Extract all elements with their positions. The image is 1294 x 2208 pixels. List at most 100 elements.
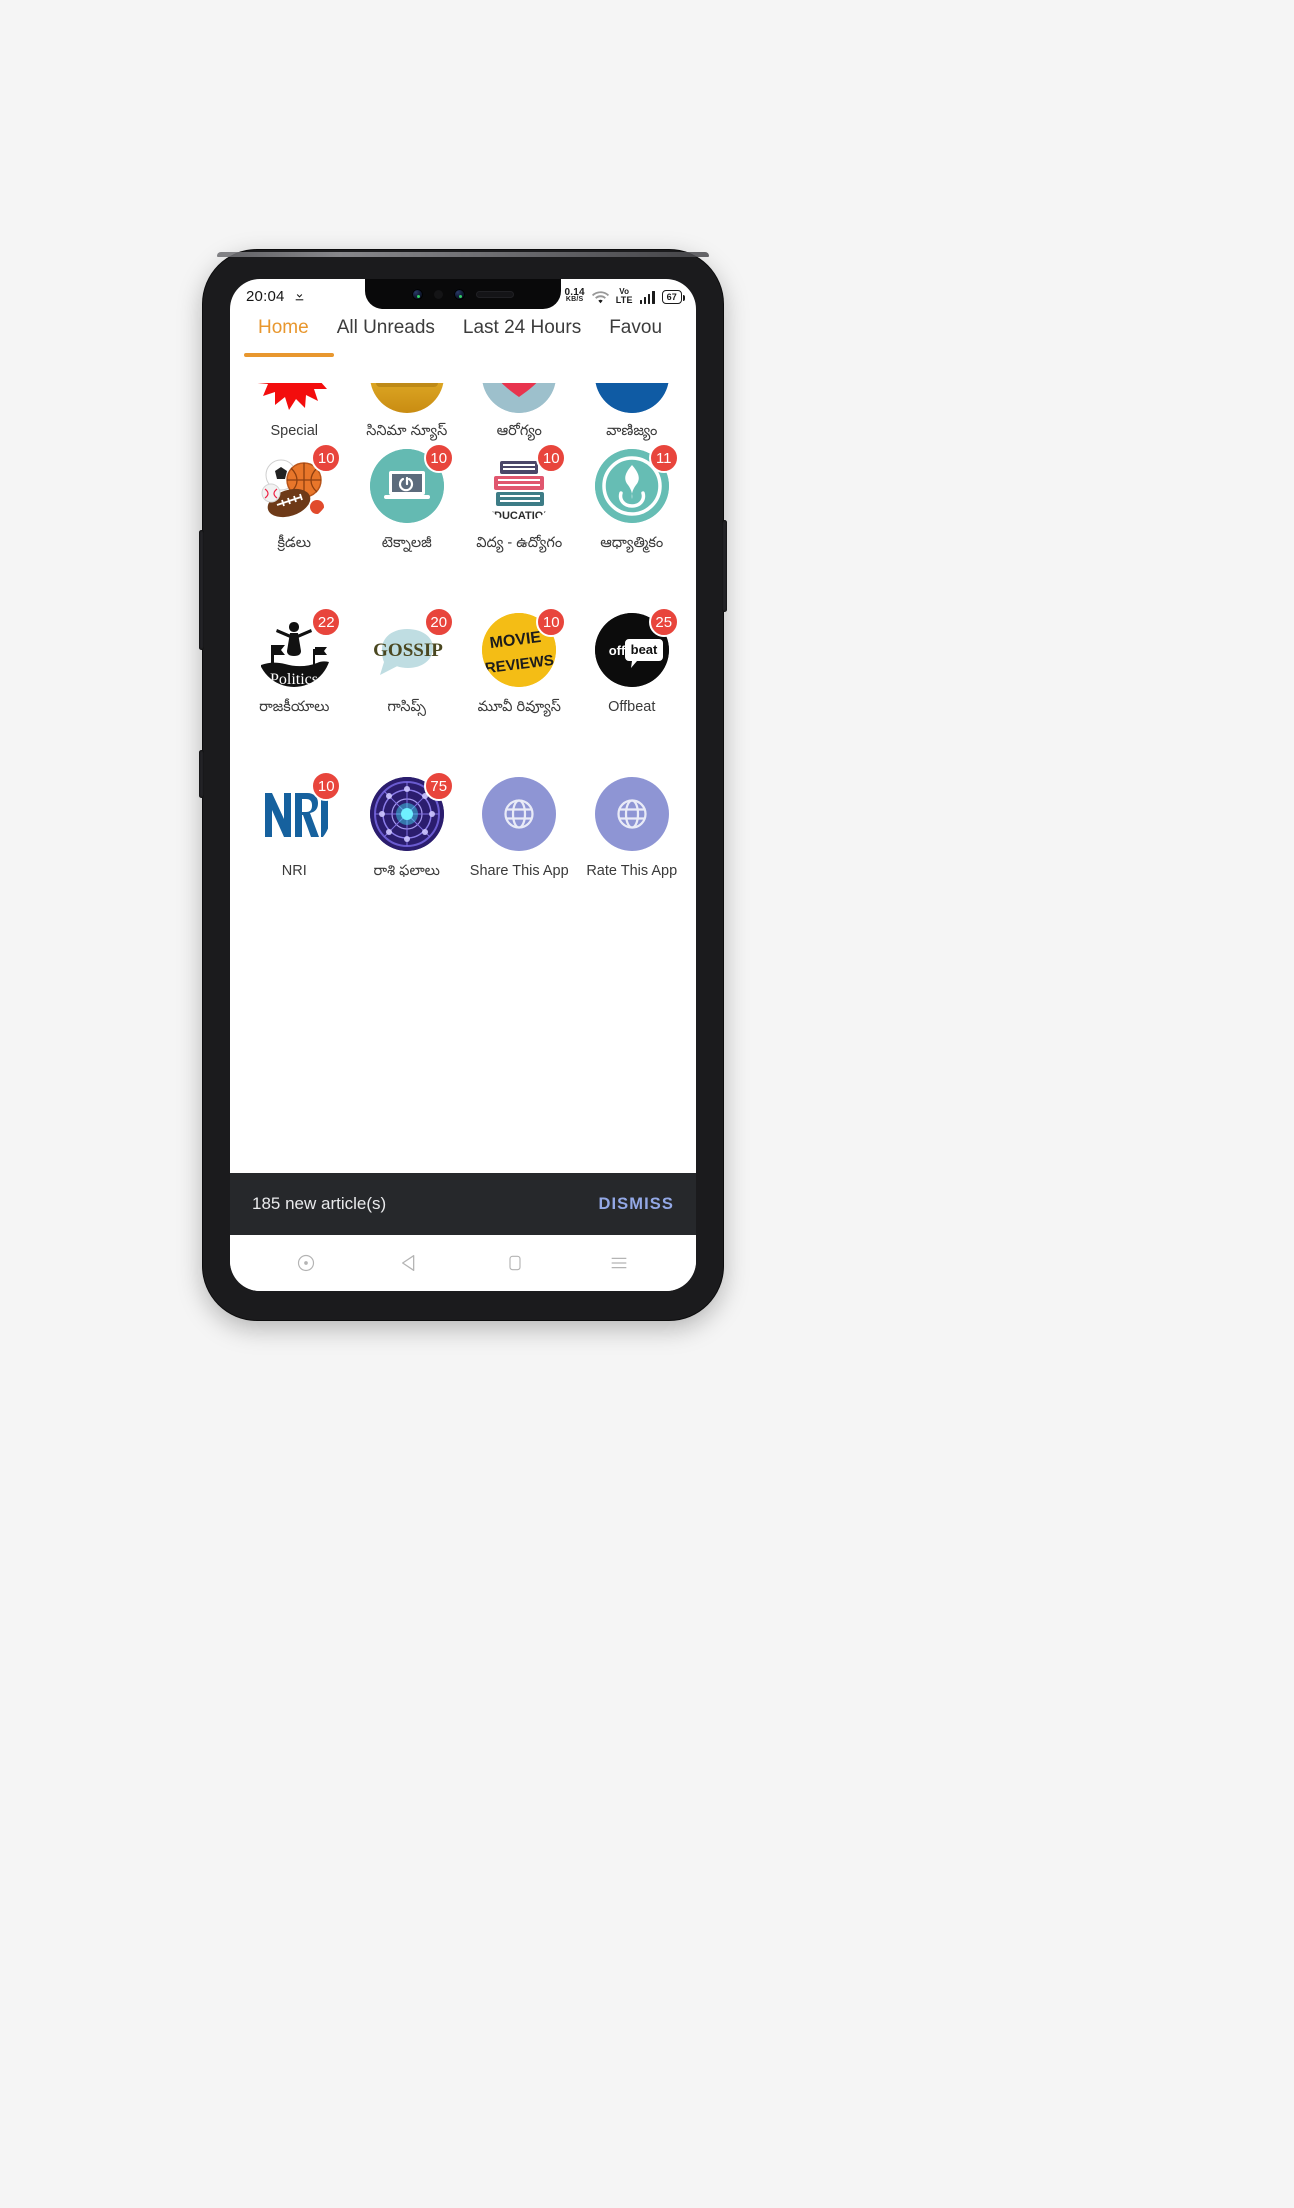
category-item-zodiac[interactable]: 75 రాశి ఫలాలు bbox=[351, 769, 464, 933]
svg-text:off: off bbox=[608, 643, 625, 658]
category-item-education-jobs[interactable]: EDUCATION 10 విద్య - ఉద్యోగం bbox=[463, 441, 576, 605]
battery-icon: 67 bbox=[661, 290, 685, 305]
snackbar: 185 new article(s) DISMISS bbox=[230, 1173, 696, 1235]
wifi-icon bbox=[591, 291, 609, 304]
globe-icon bbox=[593, 775, 671, 853]
tab-favourites[interactable]: Favou bbox=[595, 313, 676, 339]
category-item-politics[interactable]: Politics 22 రాజకీయాలు bbox=[238, 605, 351, 769]
unread-badge: 11 bbox=[648, 443, 679, 473]
tab-bar[interactable]: Home All Unreads Last 24 Hours Favou bbox=[230, 313, 696, 359]
gold-film-icon: WOOD bbox=[368, 383, 446, 414]
svg-text:EDUCATION: EDUCATION bbox=[487, 510, 552, 522]
dismiss-button[interactable]: DISMISS bbox=[598, 1195, 674, 1214]
category-item-rate-app[interactable]: Rate This App bbox=[576, 769, 689, 933]
category-row-2: 10 క్రీడలు 10 టెక్నాలజీ EDUCATION 10 విద… bbox=[230, 441, 696, 605]
business-blue-icon bbox=[593, 383, 671, 414]
category-label: ఆరోగ్యం bbox=[496, 423, 542, 440]
camera-notch bbox=[365, 279, 561, 309]
recents-menu-icon[interactable] bbox=[608, 1252, 630, 1274]
category-item-business[interactable]: వాణిజ్యం bbox=[576, 359, 689, 441]
category-grid[interactable]: Special WOOD bbox=[230, 359, 696, 1167]
offbeat-icon: off beat 25 bbox=[593, 607, 679, 689]
network-speed-indicator: 0.14 KB/S bbox=[565, 288, 585, 304]
category-row-1: Special WOOD bbox=[230, 359, 696, 441]
category-label: వాణిజ్యం bbox=[606, 423, 658, 440]
unread-badge: 22 bbox=[311, 607, 342, 637]
red-starburst-icon bbox=[255, 383, 333, 413]
category-item-offbeat[interactable]: off beat 25 Offbeat bbox=[576, 605, 689, 769]
category-item-technology[interactable]: 10 టెక్నాలజీ bbox=[351, 441, 464, 605]
battery-level-label: 67 bbox=[666, 292, 677, 303]
unread-badge: 20 bbox=[423, 607, 454, 637]
category-label: ఆధ్యాత్మికం bbox=[600, 535, 664, 551]
volte-icon: Vo LTE bbox=[616, 288, 633, 304]
spiritual-ribbon-icon: 11 bbox=[593, 443, 679, 525]
screenshot-stage: 20:04 0.14 KB/S Vo LTE 67 Home All Unrea… bbox=[0, 0, 1294, 2208]
proximity-sensor-icon bbox=[434, 289, 443, 299]
category-label: టెక్నాలజీ bbox=[381, 535, 432, 551]
category-item-health[interactable]: ఆరోగ్యం bbox=[463, 359, 576, 441]
tab-home[interactable]: Home bbox=[244, 313, 323, 339]
tab-all-unreads[interactable]: All Unreads bbox=[323, 313, 449, 339]
unread-badge: 25 bbox=[648, 607, 679, 637]
volume-button[interactable] bbox=[199, 530, 204, 650]
phone-frame: 20:04 0.14 KB/S Vo LTE 67 Home All Unrea… bbox=[199, 250, 727, 1320]
tab-active-underline bbox=[244, 353, 334, 357]
front-camera-icon bbox=[412, 288, 423, 300]
network-speed-unit: KB/S bbox=[565, 296, 584, 304]
category-label: Special bbox=[270, 423, 319, 440]
category-label: మూవీ రివ్యూస్ bbox=[477, 699, 561, 715]
category-label: రాశి ఫలాలు bbox=[373, 863, 440, 879]
category-item-spiritual[interactable]: 11 ఆధ్యాత్మికం bbox=[576, 441, 689, 605]
category-item-cinema-news[interactable]: WOOD సినిమా న్యూస్ bbox=[351, 359, 464, 441]
category-item-nri[interactable]: 10 NRI bbox=[238, 769, 351, 933]
globe-icon bbox=[480, 775, 558, 853]
unread-badge: 10 bbox=[536, 443, 567, 473]
signal-bars-icon bbox=[639, 291, 655, 305]
category-item-sports[interactable]: 10 క్రీడలు bbox=[238, 441, 351, 605]
education-books-icon: EDUCATION 10 bbox=[480, 443, 567, 525]
unread-badge: 10 bbox=[311, 771, 342, 801]
movie-reviews-icon: MOVIE REVIEWS 10 bbox=[480, 607, 567, 689]
download-icon bbox=[293, 289, 306, 303]
svg-text:Politics: Politics bbox=[270, 671, 318, 687]
category-item-special[interactable]: Special bbox=[238, 359, 351, 441]
category-label: Share This App bbox=[469, 863, 569, 879]
unread-badge: 10 bbox=[423, 443, 454, 473]
category-item-movie-reviews[interactable]: MOVIE REVIEWS 10 మూవీ రివ్యూస్ bbox=[463, 605, 576, 769]
politics-icon: Politics 22 bbox=[255, 607, 342, 689]
category-label: గాసిప్స్ bbox=[387, 699, 427, 715]
android-nav-bar[interactable] bbox=[230, 1235, 696, 1291]
snackbar-message: 185 new article(s) bbox=[252, 1194, 387, 1213]
unread-badge: 10 bbox=[536, 607, 567, 637]
category-label: క్రీడలు bbox=[277, 535, 312, 551]
secondary-camera-icon bbox=[454, 288, 465, 300]
category-item-share-app[interactable]: Share This App bbox=[463, 769, 576, 933]
category-label: సినిమా న్యూస్ bbox=[366, 423, 448, 440]
assistant-circle-icon[interactable] bbox=[296, 1253, 316, 1273]
alert-slider-button[interactable] bbox=[199, 750, 204, 798]
health-heart-icon bbox=[480, 383, 558, 414]
volte-bottom-label: LTE bbox=[615, 294, 633, 305]
back-icon[interactable] bbox=[399, 1252, 421, 1274]
svg-text:beat: beat bbox=[630, 642, 657, 657]
gossip-icon: GOSSIP 20 bbox=[368, 607, 454, 689]
svg-text:GOSSIP: GOSSIP bbox=[373, 640, 443, 661]
nri-icon: 10 bbox=[255, 771, 342, 853]
category-label: రాజకీయాలు bbox=[259, 699, 330, 715]
status-time: 20:04 bbox=[246, 287, 285, 305]
earpiece-speaker bbox=[476, 290, 514, 298]
sports-balls-icon: 10 bbox=[255, 443, 342, 525]
tab-last-24-hours[interactable]: Last 24 Hours bbox=[449, 313, 595, 339]
zodiac-wheel-icon: 75 bbox=[368, 771, 454, 853]
unread-badge: 75 bbox=[423, 771, 454, 801]
category-item-gossip[interactable]: GOSSIP 20 గాసిప్స్ bbox=[351, 605, 464, 769]
category-row-4: 10 NRI 75 రాశి ఫలాలు Share This App Rate… bbox=[230, 769, 696, 933]
unread-badge: 10 bbox=[311, 443, 342, 473]
category-label: NRI bbox=[281, 863, 307, 879]
category-row-3: Politics 22 రాజకీయాలు GOSSIP 20 గాసిప్స్… bbox=[230, 605, 696, 769]
category-label: విద్య - ఉద్యోగం bbox=[476, 535, 563, 551]
category-label: Offbeat bbox=[608, 699, 656, 715]
power-button[interactable] bbox=[722, 520, 727, 612]
home-icon[interactable] bbox=[505, 1253, 525, 1273]
